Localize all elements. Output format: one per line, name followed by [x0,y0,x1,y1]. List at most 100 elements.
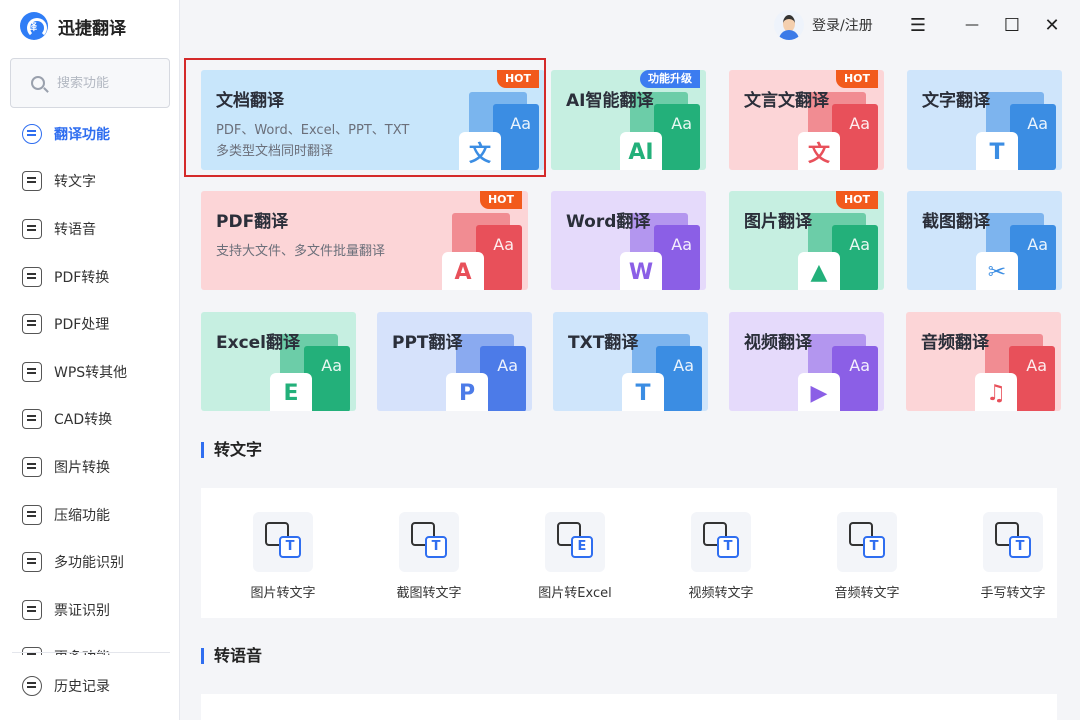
sidebar-item-label: PDF处理 [54,317,110,334]
aa-icon: Aa [671,114,692,133]
card-tag-badge: 功能升级 [640,70,700,88]
card-tag-badge: HOT [835,70,878,88]
sidebar-item-label: 历史记录 [54,679,110,695]
section-title-to-text: 转文字 [201,442,262,458]
aa-icon: Aa [1027,235,1048,254]
card-title: AI智能翻译 [566,91,654,111]
translate-icon [22,123,42,144]
card-1[interactable]: Aa AI AI智能翻译 功能升级 [551,70,706,170]
output-glyph-icon: T [1009,536,1031,558]
card-11[interactable]: Aa ▶ 视频翻译 [729,312,884,411]
sidebar-divider [12,652,170,653]
card-type-icon: T [976,132,1018,170]
sidebar-item-wps-convert[interactable]: WPS转其他 [0,348,180,396]
card-type-icon: ▶ [798,373,840,411]
card-7[interactable]: Aa ✂ 截图翻译 [907,191,1062,290]
sidebar-item-label: 票证识别 [54,602,110,619]
maximize-icon[interactable]: ☐ [1001,14,1023,36]
card-type-icon: W [620,252,662,290]
sidebar-item-image-convert[interactable]: 图片转换 [0,443,180,491]
brand: 译 迅捷翻译 [20,12,126,40]
close-icon[interactable]: ✕ [1041,14,1063,36]
card-title: 图片翻译 [744,212,812,232]
app-logo-icon: 译 [20,12,48,40]
sidebar-item-pdf-process[interactable]: PDF处理 [0,300,180,348]
history-icon [22,676,42,696]
sidebar-item-ticket-recognize[interactable]: 票证识别 [0,586,180,634]
sidebar-item-compress[interactable]: 压缩功能 [0,491,180,539]
output-glyph-icon: T [425,536,447,558]
card-title: PDF翻译 [216,212,289,232]
aa-icon: Aa [321,356,342,375]
screenshot-to-text-icon: T [399,512,459,572]
sidebar-item-pdf-convert[interactable]: PDF转换 [0,253,180,301]
audio-to-text-icon: T [837,512,897,572]
card-12[interactable]: Aa ♫ 音频翻译 [906,312,1061,411]
card-4[interactable]: Aa A PDF翻译 支持大文件、多文件批量翻译 HOT [201,191,528,290]
card-2[interactable]: Aa 文 文言文翻译 HOT [729,70,884,170]
card-3[interactable]: Aa T 文字翻译 [907,70,1062,170]
card-type-icon: ▲ [798,252,840,290]
card-type-icon: ✂ [976,252,1018,290]
tool-handwriting-to-text[interactable]: T 手写转文字 [953,512,1071,601]
card-type-icon: ♫ [975,373,1017,411]
output-glyph-icon: E [571,536,593,558]
sidebar-item-history[interactable]: 历史记录 [0,662,180,710]
tool-label: 视频转文字 [688,586,754,601]
aa-icon: Aa [849,235,870,254]
login-button[interactable]: 登录/注册 [774,10,873,40]
card-tag-badge: HOT [479,191,522,209]
minimize-icon[interactable]: — [961,14,983,36]
aa-icon: Aa [1027,114,1048,133]
avatar [774,10,804,40]
card-title: TXT翻译 [568,333,639,353]
card-10[interactable]: Aa T TXT翻译 [553,312,708,411]
aa-icon: Aa [493,235,514,254]
card-type-icon: 文 [798,132,840,170]
section-title-to-speech: 转语音 [201,648,262,664]
to-speech-icon [22,218,42,239]
tool-image-to-text[interactable]: T 图片转文字 [223,512,343,601]
cad-convert-icon [22,409,42,430]
sidebar-item-label: CAD转换 [54,412,113,429]
card-title: 截图翻译 [922,212,990,232]
tool-screenshot-to-text[interactable]: T 截图转文字 [369,512,489,601]
tool-audio-to-text[interactable]: T 音频转文字 [807,512,927,601]
card-6[interactable]: Aa ▲ 图片翻译 HOT [729,191,884,290]
search-box[interactable] [10,58,170,108]
tool-label: 图片转文字 [250,586,316,601]
sidebar-nav: 翻译功能 转文字 转语音 PDF转换 PDF处理 WPS转其他 CAD转换图片转换压缩功能多… [0,110,180,655]
tool-image-to-excel[interactable]: E 图片转Excel [515,512,635,601]
sidebar-item-to-speech[interactable]: 转语音 [0,205,180,253]
card-title: 音频翻译 [921,333,989,353]
sidebar-item-to-text[interactable]: 转文字 [0,158,180,206]
card-type-icon: T [622,373,664,411]
card-9[interactable]: Aa P PPT翻译 [377,312,532,411]
to-text-panel: T 图片转文字 T 截图转文字 E 图片转Excel T 视频转文字 T 音频转… [201,488,1057,618]
card-title: 文言文翻译 [744,91,829,111]
card-5[interactable]: Aa W Word翻译 [551,191,706,290]
output-glyph-icon: T [279,536,301,558]
card-tag-badge: HOT [835,191,878,209]
tool-video-to-text[interactable]: T 视频转文字 [661,512,781,601]
sidebar-item-label: 多功能识别 [54,555,124,572]
to-speech-panel [201,694,1057,720]
sidebar-item-label: WPS转其他 [54,364,128,381]
card-desc-line: 支持大文件、多文件批量翻译 [216,244,386,259]
card-title: PPT翻译 [392,333,463,353]
sidebar-item-multi-recognize[interactable]: 多功能识别 [0,538,180,586]
card-8[interactable]: Aa E Excel翻译 [201,312,356,411]
search-input[interactable] [57,75,157,91]
card-type-icon: A [442,252,484,290]
tool-label: 音频转文字 [834,586,900,601]
aa-icon: Aa [849,356,870,375]
card-title: 文字翻译 [922,91,990,111]
sidebar-item-cad-convert[interactable]: CAD转换 [0,396,180,444]
card-description: 支持大文件、多文件批量翻译 [216,241,385,262]
menu-icon[interactable]: ☰ [907,14,929,36]
sidebar-item-translate[interactable]: 翻译功能 [0,110,180,158]
compress-icon [22,504,42,525]
image-to-excel-icon: E [545,512,605,572]
sidebar-item-label: 图片转换 [54,459,110,476]
card-type-icon: E [270,373,312,411]
